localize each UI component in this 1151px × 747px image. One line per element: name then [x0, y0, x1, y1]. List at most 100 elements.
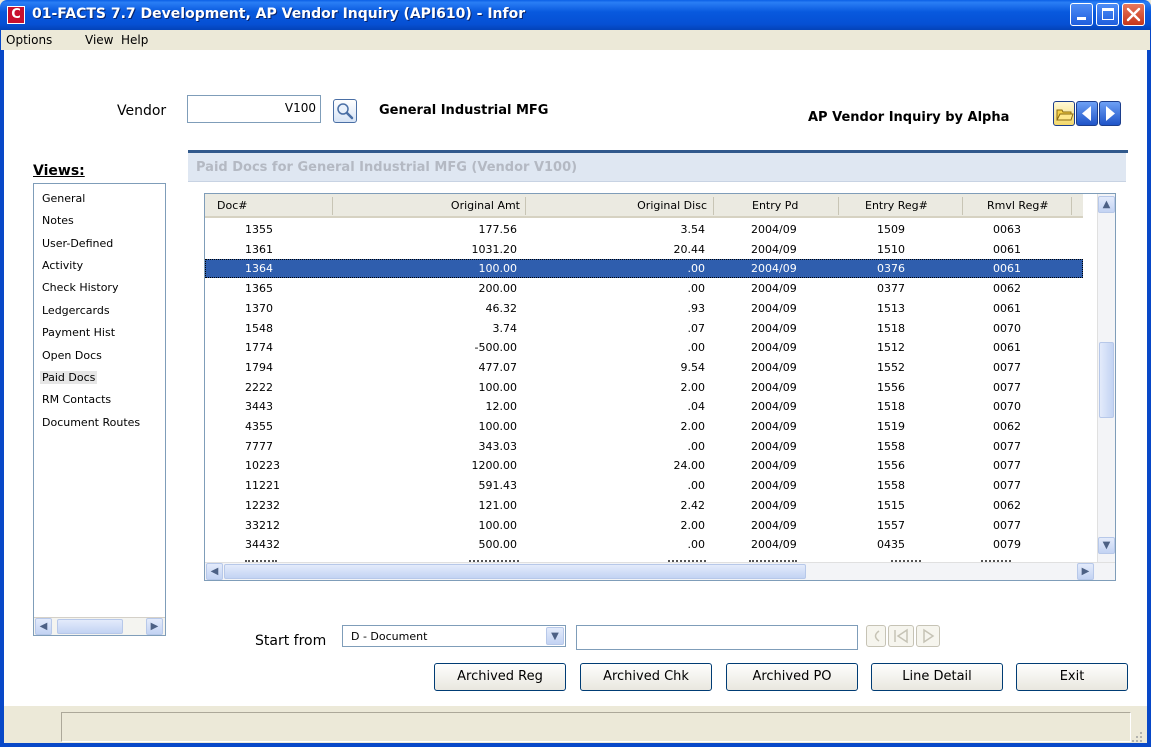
- cell-entry-pd: 2004/09: [751, 439, 797, 453]
- table-row[interactable]: 34432 500.00 .00 2004/09 0435 0079: [205, 535, 1083, 554]
- views-item-user-defined[interactable]: User-Defined: [42, 237, 113, 250]
- cell-entry-reg: 1512: [877, 341, 905, 355]
- scroll-up-icon[interactable]: ▲: [1098, 196, 1115, 213]
- minimize-button[interactable]: [1070, 3, 1093, 26]
- cell-entry-reg: 1558: [877, 439, 905, 453]
- col-doc[interactable]: Doc#: [217, 199, 247, 212]
- exit-button[interactable]: Exit: [1016, 663, 1128, 691]
- table-row[interactable]: 4355 100.00 2.00 2004/09 1519 0062: [205, 417, 1083, 436]
- cell-entry-pd: 2004/09: [751, 341, 797, 355]
- cell-doc: 1361: [245, 242, 273, 256]
- scroll-right-icon[interactable]: ▶: [1077, 563, 1094, 580]
- title-bar: C 01-FACTS 7.7 Development, AP Vendor In…: [0, 0, 1151, 30]
- app-icon[interactable]: C: [7, 6, 25, 24]
- cell-rmvl-reg: 0077: [993, 360, 1021, 374]
- views-item-notes[interactable]: Notes: [42, 214, 74, 227]
- inquiry-mode: AP Vendor Inquiry by Alpha: [808, 110, 1010, 125]
- scroll-left-icon[interactable]: ◀: [35, 618, 52, 635]
- line-detail-button[interactable]: Line Detail: [871, 663, 1003, 691]
- cell-entry-reg: 1556: [877, 459, 905, 473]
- table-row[interactable]: 11221 591.43 .00 2004/09 1558 0077: [205, 476, 1083, 495]
- scroll-down-icon[interactable]: ▼: [1098, 537, 1115, 554]
- cell-rmvl-reg: 0077: [993, 479, 1021, 493]
- table-row[interactable]: 33212 100.00 2.00 2004/09 1557 0077: [205, 516, 1083, 535]
- cell-entry-reg: 1518: [877, 400, 905, 414]
- grid-horizontal-scrollbar[interactable]: ◀ ▶: [205, 562, 1115, 580]
- table-row[interactable]: 1548 3.74 .07 2004/09 1518 0070: [205, 319, 1083, 338]
- previous-button[interactable]: [1076, 101, 1098, 126]
- cell-original-amt: 200.00: [478, 282, 518, 296]
- menu-view[interactable]: View: [85, 33, 113, 47]
- cell-entry-reg: 1557: [877, 518, 905, 532]
- cell-doc: 3443: [245, 400, 273, 414]
- col-entry-reg[interactable]: Entry Reg#: [865, 199, 928, 212]
- start-from-selected: D - Document: [351, 630, 428, 643]
- table-row[interactable]: 1364 100.00 .00 2004/09 0376 0061: [205, 259, 1083, 279]
- first-record-button: [866, 625, 886, 647]
- views-item-check-history[interactable]: Check History: [42, 281, 118, 294]
- col-separator: [962, 197, 963, 215]
- scroll-left-icon[interactable]: ◀: [206, 563, 223, 580]
- chevron-down-icon[interactable]: ▼: [546, 627, 564, 645]
- views-item-document-routes[interactable]: Document Routes: [42, 416, 140, 429]
- table-row[interactable]: 1361 1031.20 20.44 2004/09 1510 0061: [205, 240, 1083, 259]
- maximize-button[interactable]: [1096, 3, 1119, 26]
- table-row[interactable]: 10223 1200.00 24.00 2004/09 1556 0077: [205, 456, 1083, 475]
- next-button[interactable]: [1099, 101, 1121, 126]
- cell-doc: 1364: [245, 262, 273, 276]
- table-row[interactable]: 1365 200.00 .00 2004/09 0377 0062: [205, 279, 1083, 298]
- col-entry-pd[interactable]: Entry Pd: [752, 199, 798, 212]
- grid-hscroll-thumb[interactable]: [224, 564, 806, 579]
- table-row[interactable]: 1355 177.56 3.54 2004/09 1509 0063: [205, 220, 1083, 239]
- cell-original-amt: 121.00: [478, 498, 518, 512]
- col-rmvl-reg[interactable]: Rmvl Reg#: [987, 199, 1049, 212]
- archived-reg-button[interactable]: Archived Reg: [434, 663, 566, 691]
- resize-grip-icon[interactable]: [1131, 731, 1143, 743]
- views-item-general[interactable]: General: [42, 192, 85, 205]
- table-row[interactable]: 1370 46.32 .93 2004/09 1513 0061: [205, 299, 1083, 318]
- grid-vscroll-thumb[interactable]: [1099, 342, 1114, 418]
- start-from-select[interactable]: D - Document ▼: [342, 625, 566, 647]
- views-item-open-docs[interactable]: Open Docs: [42, 349, 102, 362]
- col-original-amt[interactable]: Original Amt: [451, 199, 520, 212]
- archived-chk-button[interactable]: Archived Chk: [580, 663, 712, 691]
- table-row[interactable]: 1794 477.07 9.54 2004/09 1552 0077: [205, 358, 1083, 377]
- close-button[interactable]: [1122, 3, 1145, 26]
- cell-entry-reg: 1558: [877, 479, 905, 493]
- grid-vertical-scrollbar[interactable]: ▲ ▼: [1097, 194, 1115, 562]
- menu-options[interactable]: Options: [6, 33, 52, 47]
- archived-po-button[interactable]: Archived PO: [726, 663, 858, 691]
- cell-rmvl-reg: 0061: [993, 341, 1021, 355]
- views-item-payment-hist[interactable]: Payment Hist: [42, 326, 115, 339]
- cell-rmvl-reg: 0077: [993, 380, 1021, 394]
- table-row[interactable]: 7777 343.03 .00 2004/09 1558 0077: [205, 437, 1083, 456]
- views-item-activity[interactable]: Activity: [42, 259, 83, 272]
- views-item-ledgercards[interactable]: Ledgercards: [42, 304, 110, 317]
- start-from-input[interactable]: [576, 625, 858, 650]
- table-row[interactable]: 3443 12.00 .04 2004/09 1518 0070: [205, 397, 1083, 416]
- cell-doc: 1548: [245, 321, 273, 335]
- vendor-field[interactable]: V100: [187, 95, 321, 123]
- views-item-rm-contacts[interactable]: RM Contacts: [42, 393, 111, 406]
- views-horizontal-scrollbar[interactable]: ◀ ▶: [34, 617, 165, 635]
- cell-entry-pd: 2004/09: [751, 479, 797, 493]
- table-row[interactable]: 2222 100.00 2.00 2004/09 1556 0077: [205, 378, 1083, 397]
- col-separator: [713, 197, 714, 215]
- cell-entry-reg: 1556: [877, 380, 905, 394]
- menu-help[interactable]: Help: [121, 33, 148, 47]
- views-item-paid-docs[interactable]: Paid Docs: [40, 371, 98, 384]
- cell-original-disc: .93: [687, 301, 706, 315]
- table-row[interactable]: 12232 121.00 2.42 2004/09 1515 0062: [205, 496, 1083, 515]
- table-row[interactable]: 1774 -500.00 .00 2004/09 1512 0061: [205, 338, 1083, 357]
- maximize-icon: [1102, 8, 1114, 20]
- views-scroll-thumb[interactable]: [57, 619, 123, 634]
- folder-button[interactable]: [1053, 101, 1075, 126]
- col-original-disc[interactable]: Original Disc: [637, 199, 707, 212]
- grid-header: Doc# Original Amt Original Disc Entry Pd…: [205, 194, 1083, 218]
- cell-doc: 7777: [245, 439, 273, 453]
- cell-original-amt: 343.03: [478, 439, 518, 453]
- cell-entry-reg: 1519: [877, 420, 905, 433]
- vendor-lookup-button[interactable]: [333, 99, 357, 123]
- scroll-right-icon[interactable]: ▶: [146, 618, 163, 635]
- cell-doc: 34432: [245, 538, 280, 552]
